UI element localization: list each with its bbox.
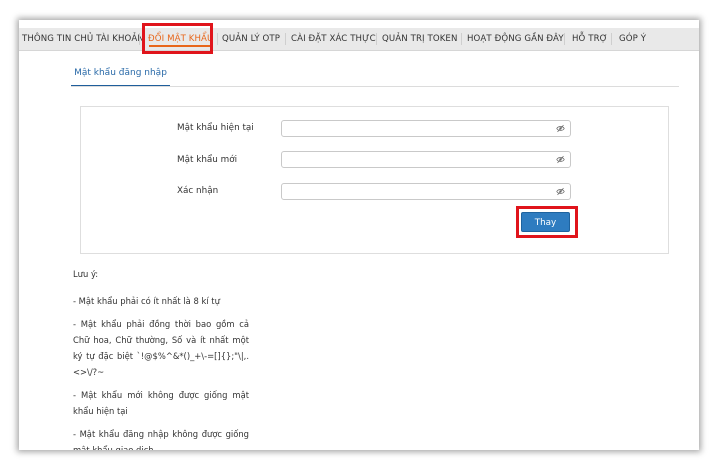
- tab-feedback[interactable]: GÓP Ý: [619, 28, 646, 50]
- note-item: - Mật khẩu đăng nhập không được giống mậ…: [73, 429, 249, 450]
- note-item: - Mật khẩu phải đồng thời bao gồm cả Chữ…: [73, 319, 249, 377]
- notes-title: Lưu ý:: [73, 269, 99, 279]
- nav-divider: [461, 33, 462, 45]
- eye-icon[interactable]: [556, 155, 565, 164]
- nav-divider: [376, 33, 377, 45]
- subtab-divider: [71, 86, 679, 87]
- nav-divider: [564, 33, 565, 45]
- highlight-box-submit-button: [516, 206, 578, 238]
- password-rules-notes: Lưu ý: - Mật khẩu phải có ít nhất là 8 k…: [73, 266, 249, 450]
- note-item: - Mật khẩu phải có ít nhất là 8 kí tự: [73, 296, 220, 306]
- note-item: - Mật khẩu mới không được giống mật khẩu…: [73, 390, 249, 416]
- tab-recent-activity[interactable]: HOẠT ĐỘNG GẦN ĐÂY: [467, 28, 564, 50]
- eye-icon[interactable]: [556, 124, 565, 133]
- eye-icon[interactable]: [556, 187, 565, 196]
- tab-token-admin[interactable]: QUẢN TRỊ TOKEN: [382, 28, 458, 50]
- tab-account-info[interactable]: THÔNG TIN CHỦ TÀI KHOẢN: [22, 28, 144, 50]
- current-password-label: Mật khẩu hiện tại: [177, 123, 254, 133]
- highlight-box-change-password-tab: [142, 23, 213, 54]
- subtab-login-password[interactable]: Mật khẩu đăng nhập: [71, 63, 170, 87]
- tab-auth-settings[interactable]: CÀI ĐẶT XÁC THỰC: [291, 28, 376, 50]
- confirm-password-field[interactable]: [281, 183, 571, 200]
- top-navigation: THÔNG TIN CHỦ TÀI KHOẢN ĐỔI MẬT KHẨU QUẢ…: [19, 28, 699, 51]
- tab-support[interactable]: HỖ TRỢ: [572, 28, 608, 50]
- app-window: THÔNG TIN CHỦ TÀI KHOẢN ĐỔI MẬT KHẨU QUẢ…: [19, 20, 699, 450]
- tab-otp-management[interactable]: QUẢN LÝ OTP: [222, 28, 280, 50]
- nav-divider: [139, 33, 140, 45]
- current-password-field[interactable]: [281, 120, 571, 137]
- nav-divider: [611, 33, 612, 45]
- new-password-field[interactable]: [281, 151, 571, 168]
- new-password-label: Mật khẩu mới: [177, 155, 238, 165]
- nav-divider: [217, 33, 218, 45]
- confirm-password-label: Xác nhận: [177, 186, 219, 196]
- nav-divider: [285, 33, 286, 45]
